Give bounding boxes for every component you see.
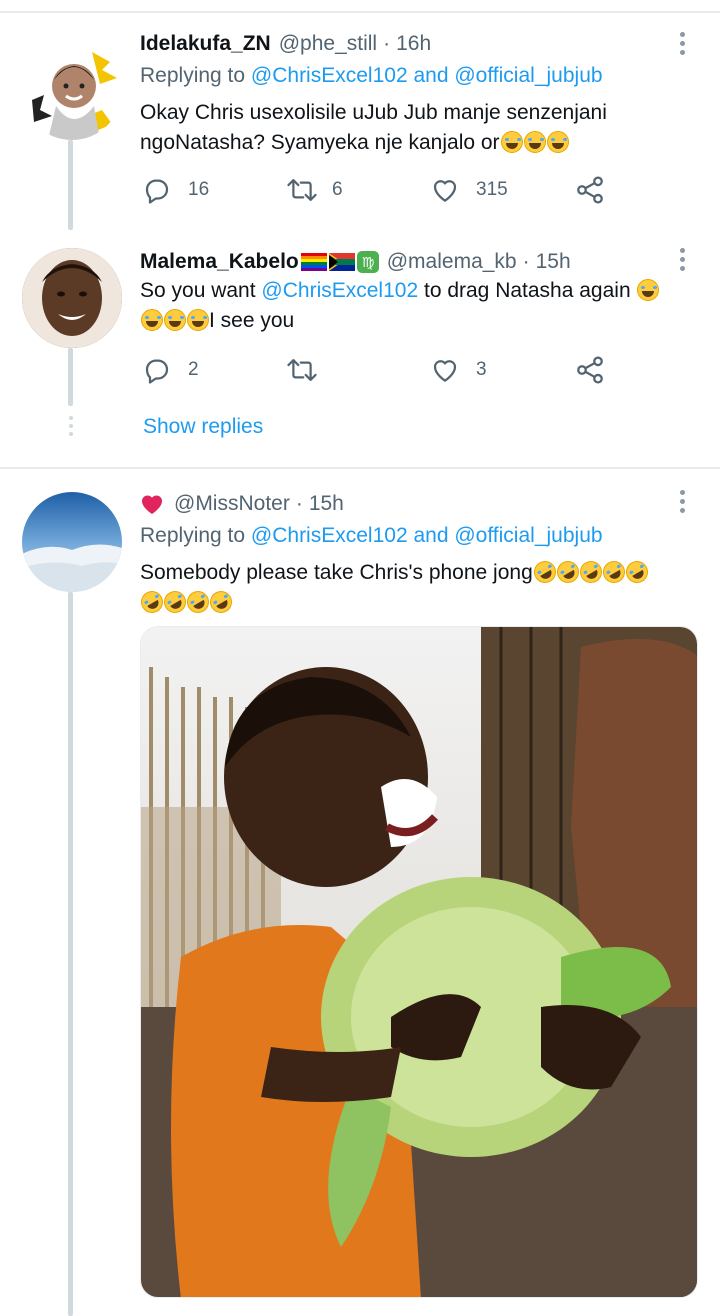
top-divider (0, 11, 720, 13)
joy-emoji-icon (546, 131, 569, 153)
timestamp[interactable]: 15h (536, 250, 571, 274)
joy-emoji-icon (500, 131, 523, 153)
thread-line (68, 592, 73, 1316)
mention-link[interactable]: @ChrisExcel102 (261, 279, 418, 302)
rofl-emoji-icon (529, 556, 560, 588)
retweet-icon (287, 179, 317, 201)
retweet-button[interactable]: 6 (286, 170, 343, 210)
mention-and[interactable]: and (413, 524, 448, 547)
more-icon[interactable] (680, 490, 686, 513)
mention-link[interactable]: @ChrisExcel102 (251, 64, 408, 87)
joy-emoji-icon (141, 309, 163, 331)
text-line: So you want @ChrisExcel102 to drag Natas… (140, 276, 700, 306)
timestamp[interactable]: 16h (396, 32, 431, 56)
text-line: I see you (140, 306, 700, 336)
rofl-emoji-icon (621, 556, 652, 588)
tweet-1[interactable]: Idelakufa_ZN @phe_still · 16h Replying t… (0, 30, 720, 230)
south-africa-flag-icon (328, 253, 355, 271)
reply-count: 2 (188, 359, 199, 380)
rofl-emoji-icon (598, 556, 629, 588)
like-icon (433, 180, 457, 202)
tweet-text: So you want @ChrisExcel102 to drag Natas… (140, 276, 700, 336)
retweet-button[interactable] (286, 350, 318, 390)
more-icon[interactable] (680, 248, 686, 271)
tweet-text: Okay Chris usexolisile uJub Jub manje se… (140, 98, 700, 158)
text-line: Somebody please take Chris's phone jong (140, 556, 700, 588)
svg-text:♍: ♍ (361, 255, 374, 271)
rofl-emoji-icon (575, 556, 606, 588)
username[interactable]: Malema_Kabelo (140, 250, 299, 274)
tweet-photo[interactable] (140, 626, 698, 1298)
share-button[interactable] (574, 350, 606, 390)
reply-count: 16 (188, 179, 210, 200)
text-line (136, 586, 700, 618)
joy-emoji-icon (523, 131, 546, 153)
rofl-emoji-icon (159, 586, 191, 618)
share-icon (577, 176, 603, 204)
user-handle[interactable]: @phe_still (279, 32, 377, 56)
text-line: Okay Chris usexolisile uJub Jub manje se… (140, 101, 607, 124)
name-emojis: ♍ (300, 251, 379, 273)
thread-line (68, 140, 73, 230)
joy-emoji-icon (187, 309, 209, 331)
retweet-icon (287, 359, 317, 381)
tweet-2[interactable]: Malema_Kabelo ♍ @malema_kb · 15h So you … (0, 246, 720, 466)
replying-to: Replying to @ChrisExcel102 and @official… (140, 64, 603, 88)
tweet-actions: 2 3 (140, 350, 620, 390)
rofl-emoji-icon (136, 586, 168, 618)
like-count: 315 (476, 179, 508, 200)
user-handle[interactable]: @malema_kb (387, 250, 517, 274)
mention-and[interactable]: and (413, 64, 448, 87)
like-count: 3 (476, 359, 487, 380)
replying-prefix: Replying to (140, 64, 246, 87)
timestamp[interactable]: 15h (309, 492, 344, 516)
replying-to: Replying to @ChrisExcel102 and @official… (140, 524, 603, 548)
joy-emoji-icon (164, 309, 186, 331)
avatar[interactable] (22, 492, 122, 592)
heart-emoji-icon (141, 495, 163, 514)
virgo-icon: ♍ (356, 251, 379, 273)
like-icon (433, 360, 457, 382)
mention-link[interactable]: @ChrisExcel102 (251, 524, 408, 547)
avatar[interactable] (22, 40, 122, 140)
reply-icon (145, 359, 169, 384)
rofl-emoji-icon (552, 556, 583, 588)
separator: · (522, 250, 530, 273)
rofl-emoji-icon (205, 586, 237, 618)
mention-link[interactable]: @official_jubjub (454, 524, 602, 547)
retweet-count: 6 (332, 179, 343, 200)
section-divider (0, 467, 720, 469)
text-line: ngoNatasha? Syamyeka nje kanjalo or (140, 128, 700, 158)
more-icon[interactable] (680, 32, 686, 55)
rofl-emoji-icon (182, 586, 214, 618)
reply-icon (145, 179, 169, 204)
like-button[interactable]: 315 (430, 170, 508, 210)
tweet-actions: 16 6 315 (140, 170, 620, 210)
user-handle[interactable]: @MissNoter (174, 492, 290, 516)
replying-prefix: Replying to (140, 524, 246, 547)
reply-button[interactable]: 16 (142, 170, 209, 210)
thread-dots (68, 416, 73, 436)
username[interactable]: Idelakufa_ZN (140, 32, 271, 56)
tweet-text: Somebody please take Chris's phone jong (136, 556, 700, 618)
mention-link[interactable]: @official_jubjub (454, 64, 602, 87)
avatar[interactable] (22, 248, 122, 348)
like-button[interactable]: 3 (430, 350, 487, 390)
share-icon (577, 356, 603, 384)
show-replies-link[interactable]: Show replies (143, 415, 263, 439)
separator: · (295, 492, 303, 515)
reply-button[interactable]: 2 (142, 350, 199, 390)
share-button[interactable] (574, 170, 606, 210)
joy-emoji-icon (637, 279, 660, 301)
thread-line (68, 348, 73, 406)
rainbow-flag-icon (300, 253, 327, 271)
separator: · (383, 32, 391, 55)
